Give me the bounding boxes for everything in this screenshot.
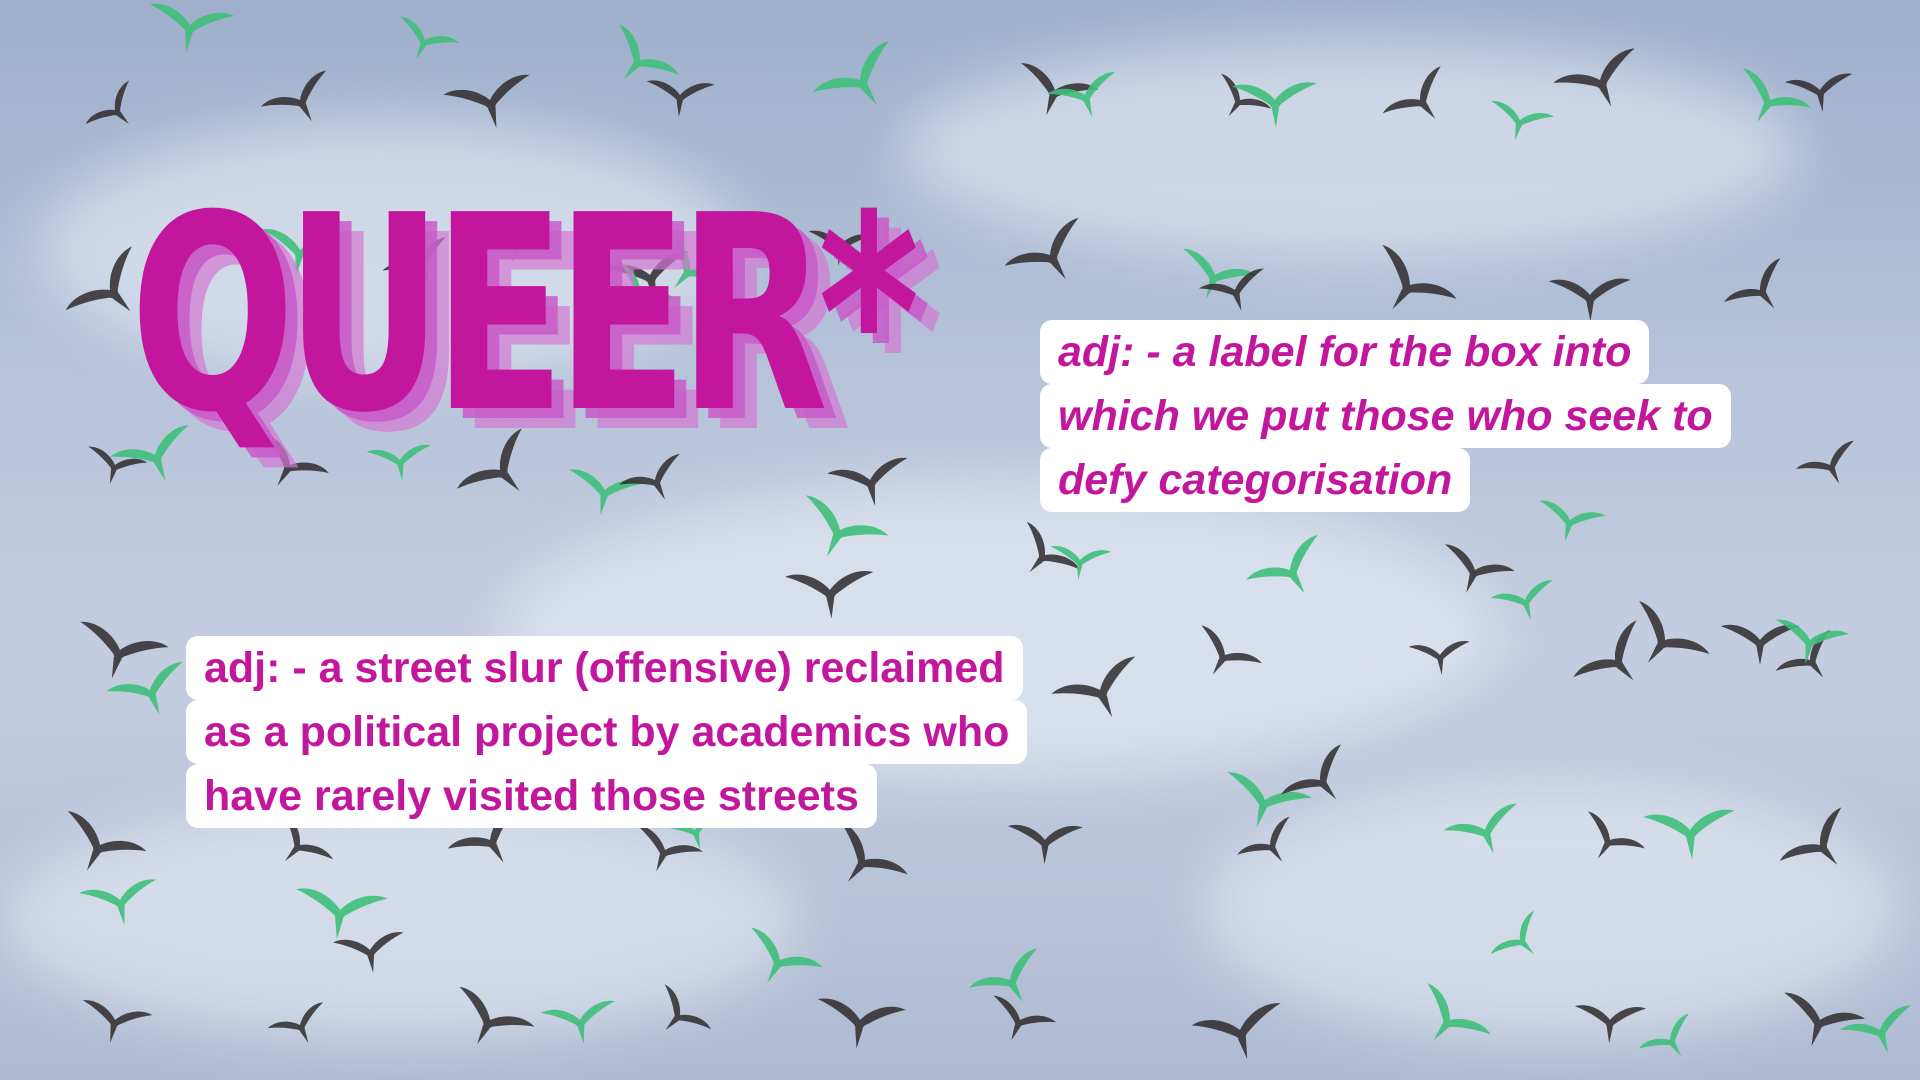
bird-icon — [67, 811, 147, 871]
bird-icon — [1643, 809, 1735, 860]
bird-icon — [400, 16, 460, 60]
bird-icon — [1408, 640, 1470, 675]
bird-icon — [1382, 66, 1441, 119]
bird-icon — [1050, 545, 1112, 580]
bird-icon — [1281, 744, 1342, 800]
bird-icon — [80, 621, 169, 679]
bird-icon — [1237, 816, 1290, 862]
bird-icon — [646, 80, 715, 117]
definition-1-line-2: which we put those who seek to — [1040, 384, 1731, 448]
bird-icon — [1490, 910, 1535, 955]
title-text: QUEER* — [130, 157, 920, 472]
bird-icon — [1191, 1003, 1281, 1059]
bird-icon — [1724, 258, 1781, 309]
bird-icon — [1232, 82, 1317, 128]
bird-icon — [1051, 656, 1136, 718]
bird-icon — [459, 986, 535, 1045]
bird-icon — [818, 998, 906, 1049]
bird-icon — [1784, 73, 1853, 112]
bird-icon — [79, 879, 157, 925]
bird-icon — [1553, 48, 1635, 107]
bird-icon — [540, 1000, 615, 1044]
bird-icon — [1047, 71, 1116, 117]
bird-icon — [805, 495, 889, 557]
bird-icon — [840, 822, 908, 882]
bird-icon — [1548, 278, 1631, 322]
definition-2: adj: - a street slur (offensive) reclaim… — [186, 636, 1028, 828]
bird-icon — [751, 927, 823, 984]
bird-icon — [1573, 620, 1637, 681]
bird-icon — [1246, 534, 1319, 594]
definition-2-line-1: adj: - a street slur (offensive) reclaim… — [186, 636, 1023, 700]
bird-icon — [1201, 625, 1262, 675]
bird-icon — [1743, 68, 1811, 122]
bird-icon — [1491, 101, 1555, 141]
bird-icon — [1490, 580, 1553, 621]
bird-icon — [1007, 824, 1083, 865]
definition-1-line-3: defy categorisation — [1040, 448, 1471, 512]
definition-1: adj: - a label for the box into which we… — [1040, 320, 1731, 512]
bird-icon — [1221, 73, 1272, 117]
title: QUEER* QUEER* QUEER* — [130, 165, 1030, 505]
bird-icon — [106, 661, 183, 715]
bird-icon — [267, 1002, 324, 1043]
bird-icon — [1026, 521, 1080, 573]
bird-icon — [1840, 1005, 1912, 1053]
bird-icon — [812, 40, 889, 105]
bird-icon — [1795, 440, 1855, 484]
definition-1-line-1: adj: - a label for the box into — [1040, 320, 1650, 384]
bird-icon — [1574, 1005, 1647, 1044]
bird-icon — [664, 984, 712, 1031]
bird-icon — [296, 888, 388, 940]
bird-icon — [260, 70, 327, 122]
bird-icon — [443, 74, 530, 128]
bird-icon — [1588, 811, 1646, 859]
definition-2-line-2: as a political project by academics who — [186, 700, 1028, 764]
bird-icon — [82, 1000, 153, 1043]
bird-icon — [1639, 600, 1710, 663]
bird-icon — [1720, 624, 1800, 666]
bird-icon — [1427, 983, 1491, 1041]
bird-icon — [785, 571, 874, 619]
bird-icon — [1443, 803, 1518, 854]
bird-icon — [332, 932, 404, 973]
bird-icon — [1638, 1013, 1689, 1057]
bird-icon — [85, 80, 130, 125]
bird-icon — [993, 995, 1056, 1041]
bird-icon — [1779, 807, 1842, 865]
bird-icon — [1227, 772, 1312, 828]
bird-icon — [150, 3, 235, 53]
bird-icon — [618, 24, 679, 80]
definition-2-line-3: have rarely visited those streets — [186, 764, 877, 828]
